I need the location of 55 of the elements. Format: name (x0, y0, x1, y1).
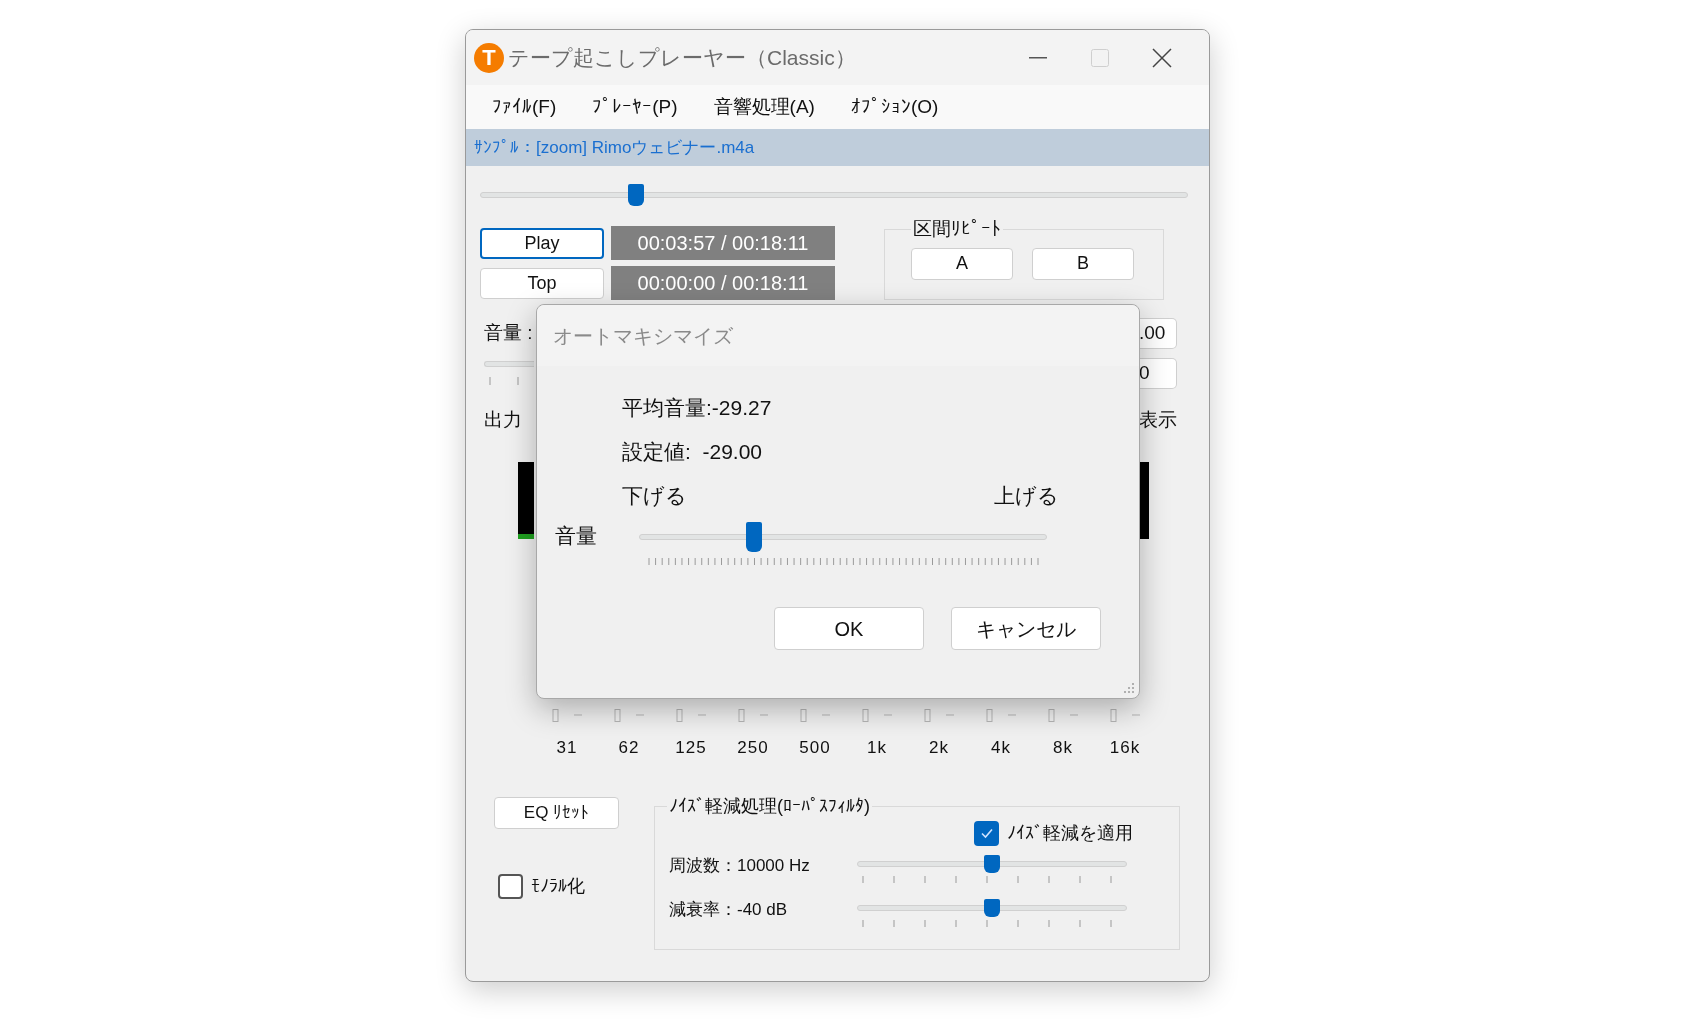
info-text: 平均音量:-29.27 (622, 395, 773, 422)
checkbox-label: ﾓﾉﾗﾙ化 (531, 874, 585, 898)
repeat-point-button[interactable]: B (1032, 247, 1134, 280)
close-icon (1152, 47, 1172, 68)
output-label: 出力 (484, 407, 522, 432)
volume-label: 音量 : (484, 320, 533, 345)
eq-band-label: 31 (555, 737, 579, 759)
display-label: 表示 (1138, 407, 1177, 432)
slider-thumb[interactable] (628, 183, 645, 206)
maximize-icon (1091, 48, 1109, 67)
raise-label: 上げる (994, 483, 1059, 510)
volume-label: 音量 (555, 523, 598, 549)
info-text: 設定値: -29.00 (622, 439, 764, 466)
slider-track (484, 361, 534, 367)
slider-thumb[interactable] (745, 522, 762, 552)
repeat-point-button[interactable]: A (911, 247, 1013, 280)
time-display: 00:03:57 / 00:18:11 (611, 226, 835, 260)
slider-label: 減衰率：-40 dB (669, 898, 789, 921)
menu-item[interactable]: ｵﾌﾟｼｮﾝ(O) (850, 92, 939, 122)
slider-label: 周波数：10000 Hz (669, 854, 811, 877)
lower-label: 下げる (622, 483, 687, 510)
window-title: テープ起こしプレーヤー（Classic） (508, 44, 856, 71)
eq-band-label: 1k (866, 737, 888, 759)
time-display: 00:00:00 / 00:18:11 (611, 266, 835, 300)
checkbox[interactable] (498, 873, 523, 899)
slider-thumb[interactable] (984, 854, 1000, 873)
group-title: ﾉｲｽﾞ軽減処理(ﾛｰﾊﾟｽﾌｨﾙﾀ) (668, 794, 871, 818)
eq-band-label: 8k (1052, 737, 1074, 759)
dialog-title: オートマキシマイズ (553, 323, 733, 349)
resize-grip-icon (1123, 682, 1135, 694)
check-icon (979, 826, 994, 840)
eq-band-label: 250 (736, 737, 770, 759)
dialog-button[interactable]: キャンセル (951, 607, 1101, 650)
checkbox-label: ﾉｲｽﾞ軽減を適用 (1007, 821, 1133, 845)
group-title: 区間ﾘﾋﾟｰﾄ (912, 217, 1002, 241)
eq-band-label: 500 (798, 737, 832, 759)
eq-reset-button[interactable]: EQ ﾘｾｯﾄ (494, 796, 619, 829)
app-logo: T (474, 42, 504, 73)
minimize-icon (1029, 56, 1047, 59)
checkbox[interactable] (974, 820, 999, 846)
menu-item[interactable]: 音響処理(A) (713, 92, 815, 122)
eq-band-label: 4k (990, 737, 1012, 759)
slider-thumb[interactable] (984, 898, 1000, 917)
eq-band-label: 62 (617, 737, 641, 759)
file-name-bar: ｻﾝﾌﾟﾙ：[zoom] Rimoウェビナー.m4a (466, 129, 1209, 166)
menu-item[interactable]: ﾌﾟﾚｰﾔｰ(P) (592, 92, 678, 122)
dialog-button[interactable]: OK (774, 607, 924, 650)
eq-band-label: 2k (928, 737, 950, 759)
transport-button[interactable]: Play (480, 227, 604, 259)
menu-item[interactable]: ﾌｧｲﾙ(F) (492, 92, 557, 122)
eq-band-label: 125 (674, 737, 708, 759)
value-field[interactable]: 0 (1139, 357, 1177, 389)
value-field[interactable]: .00 (1139, 317, 1177, 349)
eq-band-label: 16k (1108, 737, 1142, 759)
transport-button[interactable]: Top (480, 267, 604, 299)
